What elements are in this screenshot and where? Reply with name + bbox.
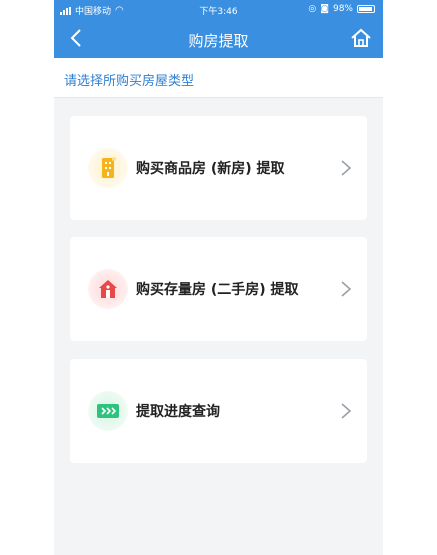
home-button[interactable] (347, 24, 375, 52)
option-label: 提取进度查询 (136, 404, 220, 420)
phone-screen: 中国移动 ◠ 下午3:46 ◎ ◙ 98% 购房提取 请选择所购买房屋类型 购买… (54, 0, 383, 555)
option-progress-query[interactable]: 提取进度查询 (70, 359, 367, 463)
progress-arrows-icon (88, 391, 128, 431)
header: 中国移动 ◠ 下午3:46 ◎ ◙ 98% 购房提取 (54, 0, 383, 58)
battery-icon (357, 5, 375, 13)
status-right: ◎ ◙ 98% (308, 4, 375, 14)
house-icon (88, 269, 128, 309)
chevron-right-icon (341, 403, 352, 419)
option-second-hand-house[interactable]: 购买存量房 (二手房) 提取 (70, 237, 367, 341)
home-icon (351, 28, 371, 47)
chevron-right-icon (341, 281, 352, 297)
status-bar: 中国移动 ◠ 下午3:46 ◎ ◙ 98% (54, 0, 383, 18)
alarm-icon: ◙ (320, 4, 329, 14)
option-label: 购买存量房 (二手房) 提取 (136, 282, 299, 298)
lock-rotation-icon: ◎ (308, 4, 317, 14)
building-icon (88, 148, 128, 188)
subtitle-bar: 请选择所购买房屋类型 (54, 58, 383, 98)
option-new-house[interactable]: 购买商品房 (新房) 提取 (70, 116, 367, 220)
subtitle: 请选择所购买房屋类型 (64, 74, 195, 89)
page-title: 购房提取 (188, 32, 249, 50)
chevron-right-icon (341, 160, 352, 176)
nav-bar: 购房提取 (54, 18, 383, 58)
option-label: 购买商品房 (新房) 提取 (136, 161, 285, 177)
battery-percent: 98% (332, 4, 353, 14)
